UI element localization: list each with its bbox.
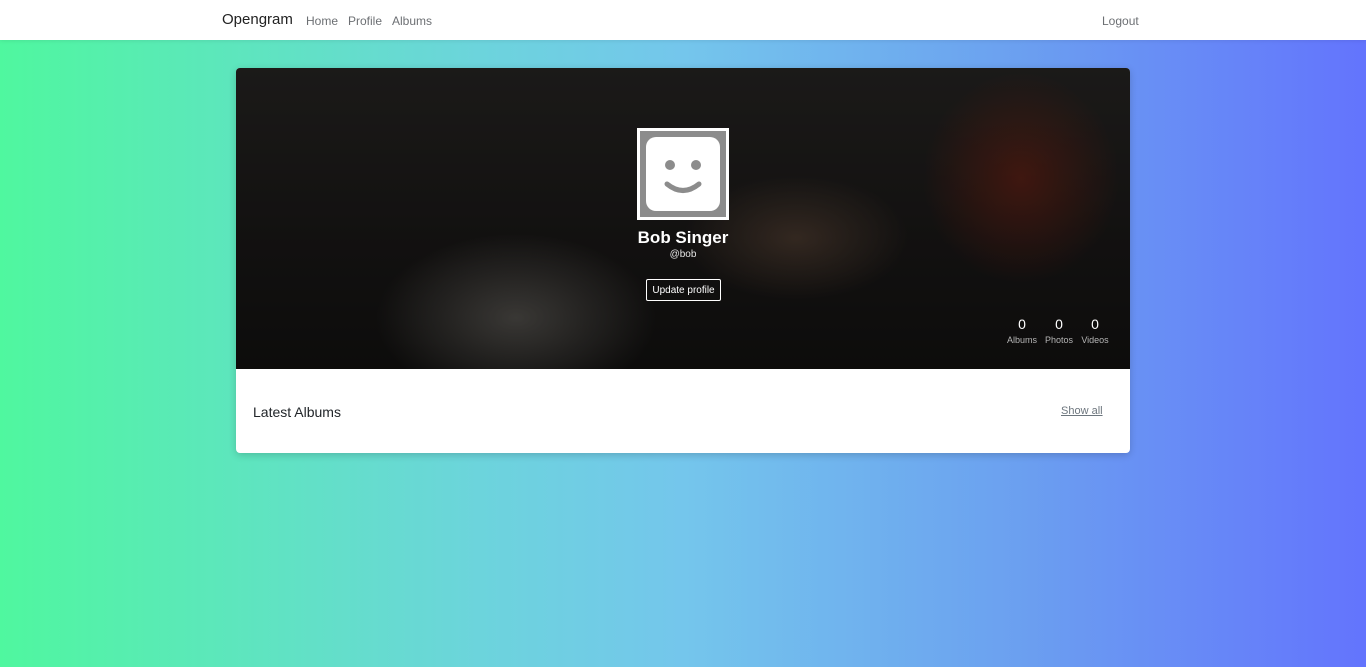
stat-photos: 0 Photos — [1039, 316, 1079, 345]
stat-label: Photos — [1044, 335, 1074, 345]
profile-name: Bob Singer — [637, 228, 729, 247]
stat-value: 0 — [1018, 316, 1026, 332]
brand-link[interactable]: Opengram — [222, 11, 293, 28]
stat-label: Albums — [1006, 335, 1037, 345]
latest-albums-title: Latest Albums — [253, 404, 341, 420]
stat-value: 0 — [1091, 316, 1099, 332]
stat-videos: 0 Videos — [1075, 316, 1115, 345]
stat-value: 0 — [1055, 316, 1063, 332]
logout-link[interactable]: Logout — [1102, 14, 1139, 28]
show-all-link[interactable]: Show all — [1061, 405, 1103, 417]
nav-link-profile[interactable]: Profile — [348, 14, 382, 28]
profile-card: Bob Singer @bob Update profile 0 Albums … — [236, 68, 1130, 453]
nav-link-home[interactable]: Home — [306, 14, 338, 28]
cover-image: Bob Singer @bob Update profile 0 Albums … — [236, 68, 1130, 369]
top-navbar: Opengram Home Profile Albums Logout — [0, 0, 1366, 40]
smiley-face-icon — [646, 137, 720, 211]
nav-link-albums[interactable]: Albums — [392, 14, 432, 28]
avatar — [637, 128, 729, 220]
stat-albums: 0 Albums — [1002, 316, 1042, 345]
update-profile-button[interactable]: Update profile — [646, 279, 721, 301]
profile-handle: @bob — [669, 249, 697, 260]
stat-label: Videos — [1081, 335, 1109, 345]
